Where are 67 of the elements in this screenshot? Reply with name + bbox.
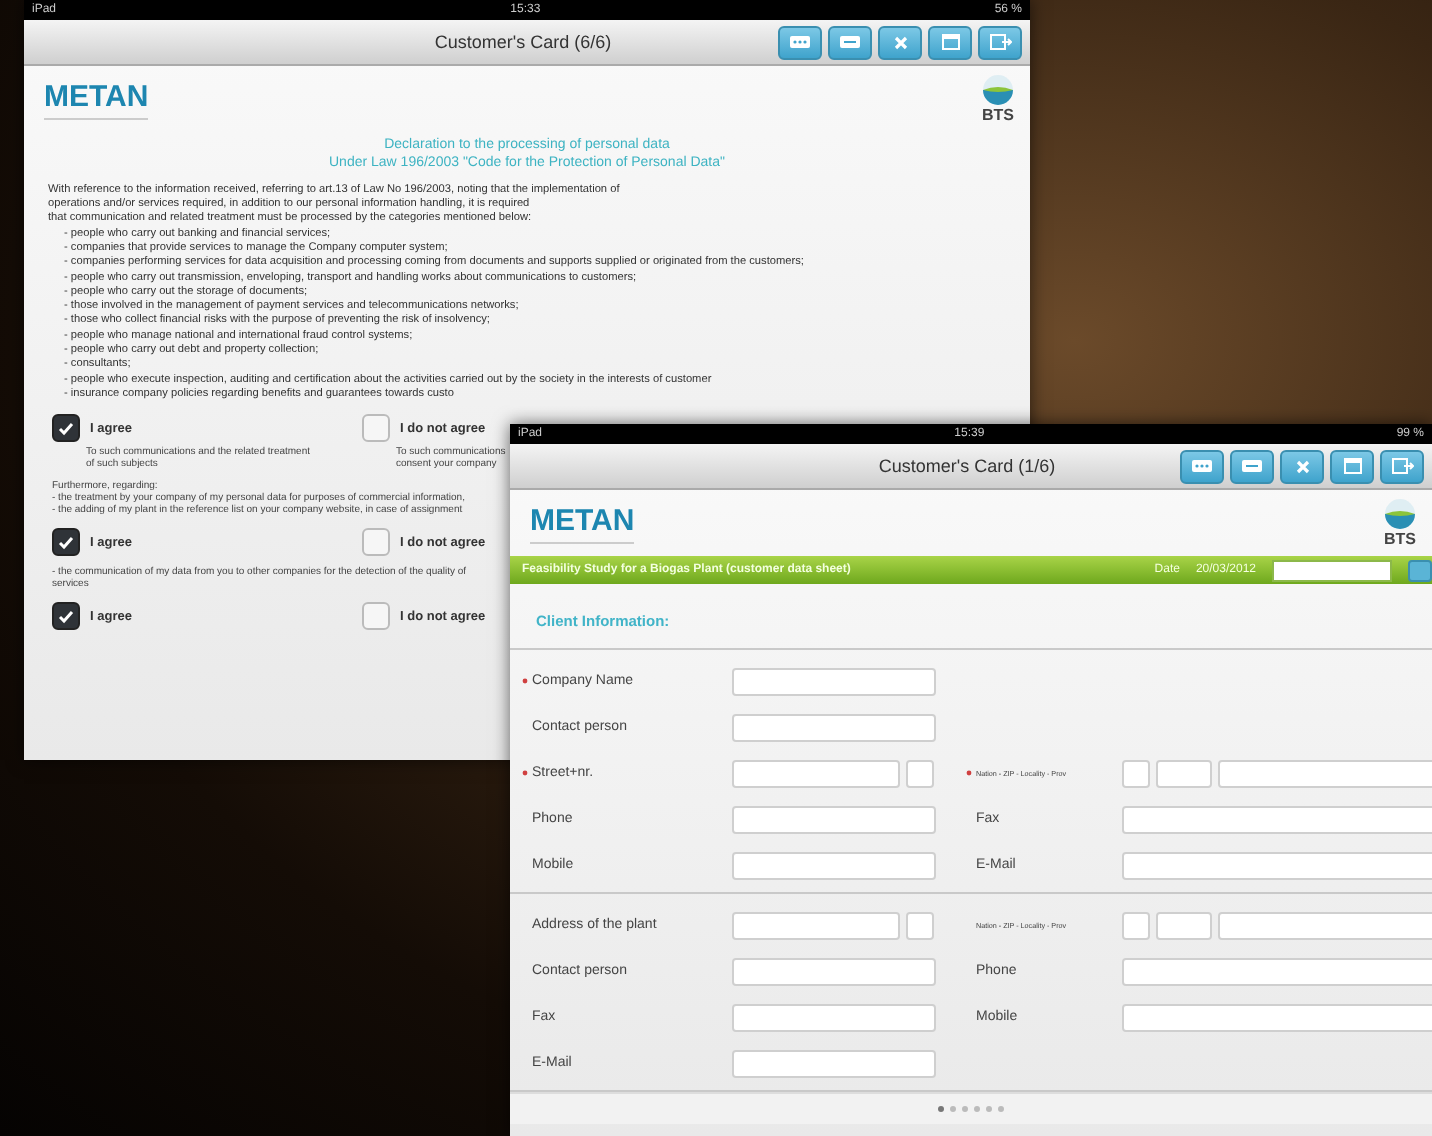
company-logo: METAN xyxy=(44,79,149,119)
input-field[interactable] xyxy=(732,851,936,879)
input-field[interactable] xyxy=(906,911,934,939)
window-title: Customer's Card (6/6) xyxy=(434,32,612,52)
partner-logo: BTS xyxy=(1384,530,1416,548)
toolbar-button[interactable] xyxy=(1180,449,1224,483)
close-icon xyxy=(1295,459,1309,473)
close-icon xyxy=(893,35,907,49)
input-field[interactable] xyxy=(732,805,936,833)
page-dot[interactable] xyxy=(986,1106,992,1112)
input-field[interactable] xyxy=(732,759,900,787)
minus-icon xyxy=(1242,460,1262,472)
checkbox[interactable] xyxy=(362,602,390,631)
minus-icon xyxy=(840,36,860,48)
checkbox[interactable] xyxy=(362,528,390,557)
toolbar-button[interactable] xyxy=(1380,449,1424,483)
export-icon xyxy=(1391,458,1413,474)
required-mark-icon xyxy=(966,770,972,776)
input-field[interactable] xyxy=(1122,851,1432,879)
input-field[interactable] xyxy=(732,713,936,741)
required-mark-icon xyxy=(522,678,528,684)
input-field[interactable] xyxy=(1122,759,1150,787)
company-logo: METAN xyxy=(530,503,635,543)
checkmark-icon xyxy=(58,609,74,624)
checkbox[interactable] xyxy=(52,528,80,557)
side-button[interactable] xyxy=(1408,559,1432,581)
page-dot[interactable] xyxy=(938,1106,944,1112)
page-dot[interactable] xyxy=(998,1106,1004,1112)
input-field[interactable] xyxy=(1156,759,1212,787)
input-field[interactable] xyxy=(1122,1003,1432,1031)
page-dot[interactable] xyxy=(950,1106,956,1112)
input-field[interactable] xyxy=(1122,957,1432,985)
checkbox[interactable] xyxy=(362,414,390,443)
toolbar-button[interactable] xyxy=(828,25,872,59)
input-field[interactable] xyxy=(906,759,934,787)
checkmark-icon xyxy=(58,535,74,550)
partner-logo: BTS xyxy=(982,106,1014,124)
input-field[interactable] xyxy=(1156,911,1212,939)
input-field[interactable] xyxy=(1122,911,1150,939)
page-dot[interactable] xyxy=(962,1106,968,1112)
page-dot[interactable] xyxy=(974,1106,980,1112)
input-field[interactable] xyxy=(732,957,936,985)
toolbar-button[interactable] xyxy=(878,25,922,59)
export-icon xyxy=(989,34,1011,50)
toolbar-button[interactable] xyxy=(778,25,822,59)
more-icon xyxy=(790,36,810,48)
window-icon xyxy=(1343,458,1361,474)
input-field[interactable] xyxy=(732,667,936,695)
toolbar-button[interactable] xyxy=(1230,449,1274,483)
input-field[interactable] xyxy=(1272,559,1392,581)
input-field[interactable] xyxy=(732,1003,936,1031)
window-title: Customer's Card (1/6) xyxy=(878,456,1056,476)
input-field[interactable] xyxy=(732,911,900,939)
globe-logo-icon xyxy=(1384,498,1416,530)
input-field[interactable] xyxy=(1122,805,1432,833)
window-icon xyxy=(941,34,959,50)
more-icon xyxy=(1192,460,1212,472)
input-field[interactable] xyxy=(732,1049,936,1077)
toolbar-button[interactable] xyxy=(928,25,972,59)
toolbar-button[interactable] xyxy=(1330,449,1374,483)
checkmark-icon xyxy=(58,421,74,436)
required-mark-icon xyxy=(522,770,528,776)
checkbox[interactable] xyxy=(52,602,80,631)
checkbox[interactable] xyxy=(52,414,80,443)
globe-logo-icon xyxy=(982,74,1014,106)
toolbar-button[interactable] xyxy=(1280,449,1324,483)
toolbar-button[interactable] xyxy=(978,25,1022,59)
